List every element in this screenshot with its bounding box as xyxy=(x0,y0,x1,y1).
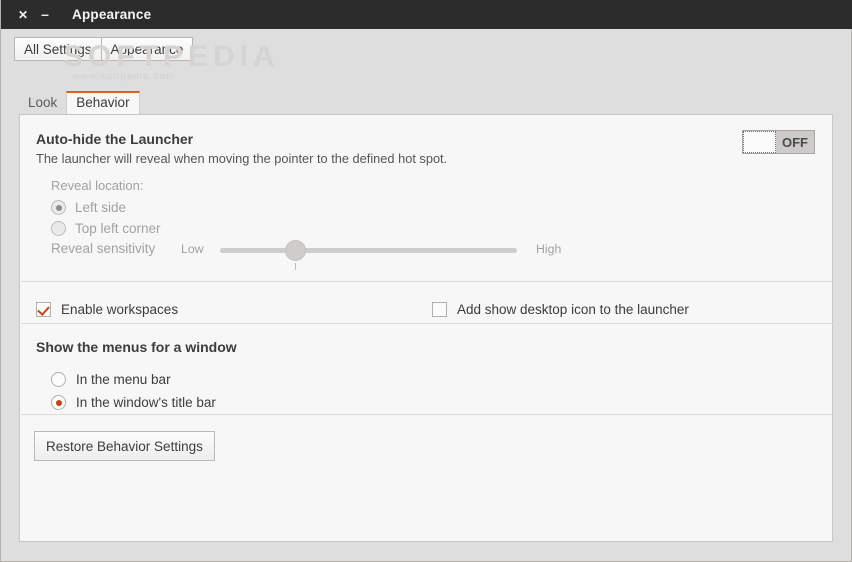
radio-dot-icon xyxy=(56,205,62,211)
breadcrumb-appearance[interactable]: Appearance xyxy=(101,37,194,61)
separator xyxy=(21,414,833,415)
minimize-icon[interactable]: – xyxy=(34,3,56,25)
reveal-option-top-left-corner[interactable]: Top left corner xyxy=(51,221,161,236)
autohide-description: The launcher will reveal when moving the… xyxy=(36,151,447,166)
reveal-option-label: Top left corner xyxy=(75,221,161,236)
checkbox-icon xyxy=(432,302,447,317)
radio-icon xyxy=(51,221,66,236)
sensitivity-high-label: High xyxy=(536,242,561,256)
sensitivity-low-label: Low xyxy=(181,242,204,256)
autohide-heading: Auto-hide the Launcher xyxy=(36,131,193,147)
toggle-state-label: OFF xyxy=(776,131,814,153)
radio-icon xyxy=(51,372,66,387)
window-titlebar: ✕ – Appearance xyxy=(1,0,852,29)
breadcrumb-group: All Settings Appearance xyxy=(14,37,193,61)
toggle-knob xyxy=(743,131,776,153)
radio-icon xyxy=(51,200,66,215)
menus-option-title-bar[interactable]: In the window's title bar xyxy=(51,395,216,410)
watermark-url: www.softpedia.com xyxy=(73,71,175,82)
restore-behavior-settings-button[interactable]: Restore Behavior Settings xyxy=(34,431,215,461)
tab-bar: Look Behavior xyxy=(19,92,140,114)
checkbox-label: Add show desktop icon to the launcher xyxy=(457,302,689,317)
checkbox-enable-workspaces[interactable]: Enable workspaces xyxy=(36,302,178,317)
reveal-location-label: Reveal location: xyxy=(51,178,144,193)
tab-look[interactable]: Look xyxy=(19,91,66,114)
tab-behavior[interactable]: Behavior xyxy=(66,91,139,114)
reveal-sensitivity-row: Reveal sensitivity Low High xyxy=(51,239,556,261)
menus-option-label: In the window's title bar xyxy=(76,395,216,410)
reveal-option-label: Left side xyxy=(75,200,126,215)
sensitivity-slider-handle[interactable] xyxy=(285,240,306,261)
menus-heading: Show the menus for a window xyxy=(36,339,237,355)
separator xyxy=(21,323,833,324)
appearance-window: ✕ – Appearance All Settings Appearance S… xyxy=(0,0,852,562)
checkbox-label: Enable workspaces xyxy=(61,302,178,317)
breadcrumb: All Settings Appearance xyxy=(1,29,851,63)
close-icon[interactable]: ✕ xyxy=(12,4,34,26)
autohide-toggle[interactable]: OFF xyxy=(742,130,815,154)
radio-icon xyxy=(51,395,66,410)
menus-option-menu-bar[interactable]: In the menu bar xyxy=(51,372,171,387)
breadcrumb-all-settings[interactable]: All Settings xyxy=(14,37,101,61)
sensitivity-slider-track[interactable] xyxy=(220,248,517,253)
window-title: Appearance xyxy=(72,7,151,22)
menus-option-label: In the menu bar xyxy=(76,372,171,387)
checkbox-add-show-desktop-icon[interactable]: Add show desktop icon to the launcher xyxy=(432,302,689,317)
reveal-option-left-side[interactable]: Left side xyxy=(51,200,126,215)
separator xyxy=(21,281,833,282)
radio-dot-icon xyxy=(56,400,62,406)
sensitivity-label: Reveal sensitivity xyxy=(51,241,155,256)
behavior-panel: Auto-hide the Launcher The launcher will… xyxy=(19,114,833,542)
sensitivity-slider-tick xyxy=(295,263,296,270)
checkbox-icon xyxy=(36,302,51,317)
